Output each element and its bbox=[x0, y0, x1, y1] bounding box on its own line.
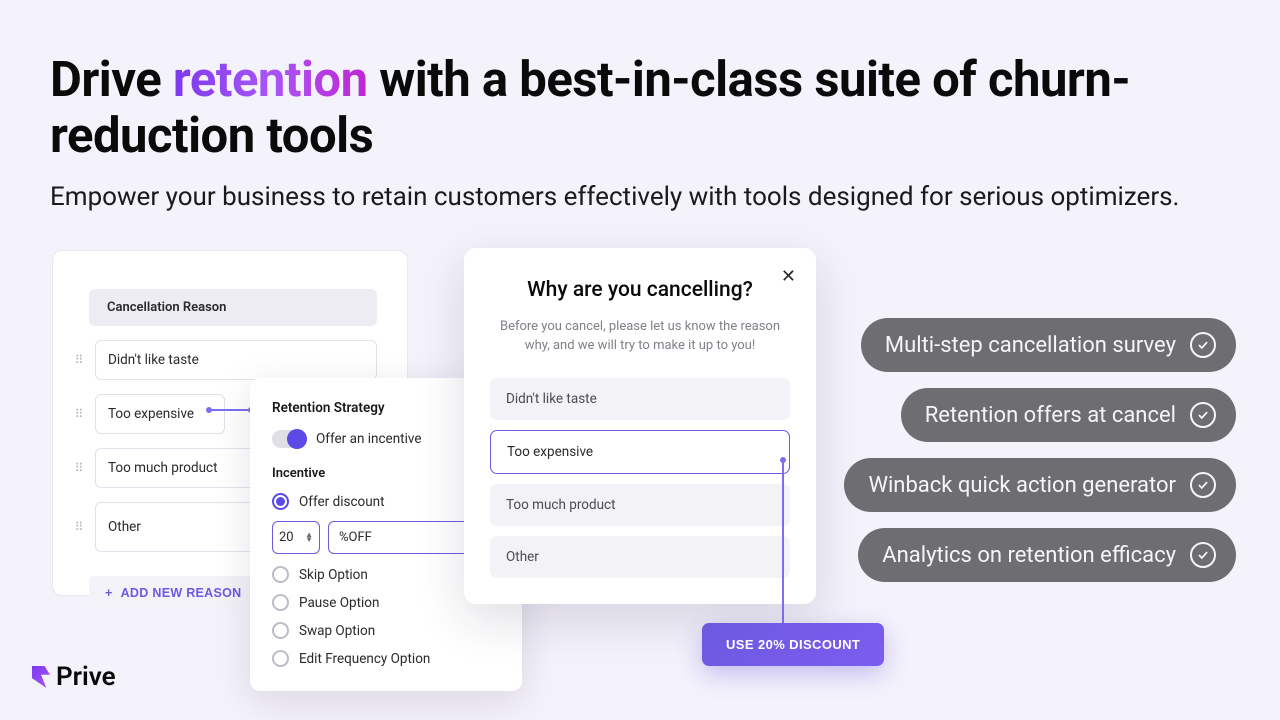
radio-icon bbox=[272, 650, 289, 667]
check-circle-icon bbox=[1190, 542, 1216, 568]
reason-row: ⠿ Didn't like taste bbox=[73, 340, 377, 380]
drag-handle-icon[interactable]: ⠿ bbox=[73, 357, 85, 363]
feature-label: Analytics on retention efficacy bbox=[882, 543, 1176, 568]
radio-label: Edit Frequency Option bbox=[299, 651, 430, 667]
drag-handle-icon[interactable]: ⠿ bbox=[73, 411, 85, 417]
cancel-reason-option[interactable]: Other bbox=[490, 536, 790, 578]
cancel-reason-option[interactable]: Didn't like taste bbox=[490, 378, 790, 420]
page-headline: Drive retention with a best-in-class sui… bbox=[50, 52, 1230, 165]
radio-label: Swap Option bbox=[299, 623, 375, 639]
incentive-option[interactable]: Swap Option bbox=[272, 622, 500, 639]
connector-line bbox=[209, 409, 251, 411]
feature-pill: Winback quick action generator bbox=[844, 458, 1236, 512]
close-icon[interactable]: ✕ bbox=[781, 266, 796, 287]
check-circle-icon bbox=[1190, 472, 1216, 498]
logo-mark-icon bbox=[32, 666, 50, 688]
headline-part1: Drive bbox=[50, 51, 173, 108]
reason-input[interactable]: Too much product bbox=[95, 448, 255, 488]
connector-line bbox=[782, 460, 784, 632]
incentive-toggle[interactable] bbox=[272, 430, 306, 448]
feature-pill: Retention offers at cancel bbox=[901, 388, 1236, 442]
feature-label: Multi-step cancellation survey bbox=[885, 333, 1176, 358]
add-reason-button[interactable]: + ADD NEW REASON bbox=[89, 576, 257, 610]
radio-label: Offer discount bbox=[299, 494, 385, 510]
incentive-option[interactable]: Edit Frequency Option bbox=[272, 650, 500, 667]
radio-icon bbox=[272, 594, 289, 611]
cancel-survey-modal: ✕ Why are you cancelling? Before you can… bbox=[464, 248, 816, 604]
plus-icon: + bbox=[105, 586, 113, 600]
radio-label: Pause Option bbox=[299, 595, 379, 611]
reason-input[interactable]: Too expensive bbox=[95, 394, 225, 434]
reason-input[interactable]: Other bbox=[95, 502, 255, 552]
modal-description: Before you cancel, please let us know th… bbox=[490, 318, 790, 356]
reason-input[interactable]: Didn't like taste bbox=[95, 340, 377, 380]
feature-label: Retention offers at cancel bbox=[925, 403, 1176, 428]
radio-label: Skip Option bbox=[299, 567, 368, 583]
add-reason-label: ADD NEW REASON bbox=[121, 586, 242, 600]
page-subhead: Empower your business to retain customer… bbox=[50, 182, 1240, 212]
cancel-reason-option[interactable]: Too expensive bbox=[490, 430, 790, 474]
drag-handle-icon[interactable]: ⠿ bbox=[73, 465, 85, 471]
cancel-reason-option[interactable]: Too much product bbox=[490, 484, 790, 526]
feature-pill: Multi-step cancellation survey bbox=[861, 318, 1236, 372]
brand-logo: Prive bbox=[32, 662, 116, 692]
discount-unit: %OFF bbox=[339, 530, 372, 545]
brand-name: Prive bbox=[56, 662, 116, 692]
radio-icon bbox=[272, 622, 289, 639]
feature-pill: Analytics on retention efficacy bbox=[858, 528, 1236, 582]
radio-icon bbox=[272, 493, 289, 510]
radio-icon bbox=[272, 566, 289, 583]
discount-value: 20 bbox=[279, 530, 294, 545]
reason-header: Cancellation Reason bbox=[89, 289, 377, 326]
check-circle-icon bbox=[1190, 402, 1216, 428]
feature-label: Winback quick action generator bbox=[868, 473, 1176, 498]
check-circle-icon bbox=[1190, 332, 1216, 358]
headline-accent: retention bbox=[173, 51, 368, 108]
drag-handle-icon[interactable]: ⠿ bbox=[73, 524, 85, 530]
modal-title: Why are you cancelling? bbox=[490, 278, 790, 302]
stepper-icon[interactable]: ▲▼ bbox=[305, 533, 313, 543]
incentive-toggle-label: Offer an incentive bbox=[316, 431, 421, 447]
use-discount-button[interactable]: USE 20% DISCOUNT bbox=[702, 623, 884, 666]
discount-value-input[interactable]: 20 ▲▼ bbox=[272, 521, 320, 554]
